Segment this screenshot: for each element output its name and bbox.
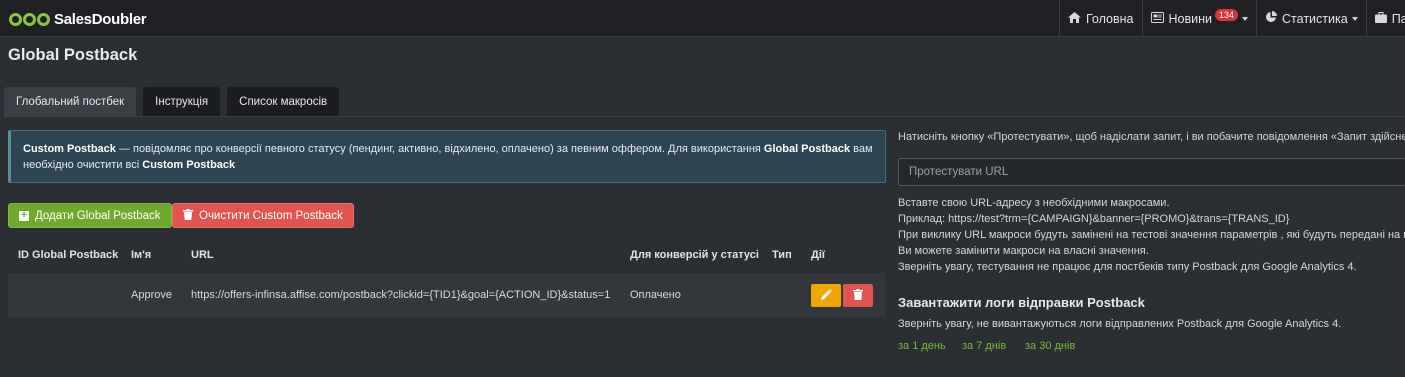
test-intro-text: Натисніть кнопку «Протестувати», щоб над… — [898, 131, 1405, 143]
nav-partners[interactable]: Партн — [1365, 0, 1405, 37]
trash-icon — [183, 208, 193, 223]
brand-logo[interactable]: SalesDoubler — [9, 9, 147, 29]
clear-button-label: Очистити Custom Postback — [199, 209, 343, 222]
test-url-input[interactable]: Протестувати URL — [898, 158, 1405, 186]
cell-status: Оплачено — [630, 289, 681, 301]
plus-square-icon: + — [19, 210, 29, 221]
chevron-down-icon — [1351, 16, 1358, 21]
trash-icon — [853, 288, 863, 303]
help-line-2: Приклад: https://test?trm={CAMPAIGN}&ban… — [898, 213, 1290, 225]
tab-instruction[interactable]: Інструкція — [143, 87, 221, 117]
logs-link-1-day[interactable]: за 1 день — [898, 340, 946, 352]
add-button-label: Додати Global Postback — [35, 209, 161, 222]
tab-bar: Глобальний постбек Інструкція Список мак… — [4, 87, 340, 117]
col-header-type: Тип — [772, 249, 792, 261]
top-navbar: SalesDoubler Головна Новини 134 Статисти… — [0, 0, 1405, 37]
info-bold-custom-postback: Custom Postback — [23, 143, 116, 155]
info-bold-custom-postback-2: Custom Postback — [142, 158, 236, 171]
help-line-3: При виклику URL макроси будуть замінені … — [898, 229, 1405, 241]
brand-name-part2: Doubler — [91, 10, 147, 28]
briefcase-icon — [1374, 11, 1387, 26]
col-header-id: ID Global Postback — [18, 249, 119, 261]
brand-name: SalesDoubler — [54, 10, 147, 28]
page-title: Global Postback — [8, 46, 138, 64]
logs-title: Завантажити логи відправки Postback — [898, 295, 1145, 310]
tab-macros-list[interactable]: Список макросів — [227, 87, 340, 117]
news-count-badge: 134 — [1215, 8, 1239, 21]
logo-icon — [9, 12, 50, 26]
help-line-1: Вставте свою URL-адресу з необхідними ма… — [898, 197, 1170, 209]
info-bold-global-postback: Global Postback — [763, 143, 851, 155]
col-header-url: URL — [191, 249, 214, 261]
edit-button[interactable] — [811, 284, 841, 307]
info-text-2: вам — [850, 143, 873, 155]
nav-stats[interactable]: Статистика — [1256, 0, 1366, 37]
col-header-actions: Дії — [811, 249, 825, 261]
nav-news[interactable]: Новини 134 — [1141, 0, 1257, 37]
help-line-4: Ви можете замінити макроси на власні зна… — [898, 245, 1149, 257]
brand-name-part1: Sales — [54, 10, 92, 28]
home-icon — [1068, 11, 1081, 26]
clear-custom-postback-button[interactable]: Очистити Custom Postback — [172, 203, 354, 228]
logs-note: Зверніть увагу, не вивантажуються логи в… — [898, 318, 1342, 330]
col-header-name: Ім'я — [131, 249, 152, 261]
nav-home-label: Головна — [1086, 11, 1134, 26]
tab-divider — [4, 116, 1405, 117]
cell-name: Approve — [131, 289, 172, 301]
nav-news-label: Новини — [1168, 11, 1213, 26]
chevron-down-icon — [1242, 16, 1249, 21]
test-url-placeholder: Протестувати URL — [909, 166, 1009, 178]
nav-home[interactable]: Головна — [1059, 0, 1142, 37]
pencil-icon — [820, 288, 832, 303]
cell-url: https://offers-infinsa.affise.com/postba… — [191, 289, 611, 301]
delete-button[interactable] — [843, 284, 873, 307]
info-text-1: — повідомляє про конверсії певного стату… — [115, 143, 764, 155]
nav-stats-label: Статистика — [1282, 11, 1348, 26]
nav-partners-label: Партн — [1391, 11, 1405, 26]
pie-chart-icon — [1265, 11, 1278, 26]
tab-global-postback[interactable]: Глобальний постбек — [4, 87, 137, 117]
info-alert: Custom Postback — повідомляє про конверс… — [8, 130, 886, 183]
info-text-3: необхідно очистити всі — [23, 158, 143, 171]
col-header-status: Для конверсій у статусі — [630, 249, 759, 261]
logs-link-30-days[interactable]: за 30 днів — [1025, 340, 1075, 352]
newspaper-icon — [1150, 11, 1164, 26]
help-line-5: Зверніть увагу, тестування не працює для… — [898, 261, 1357, 273]
add-global-postback-button[interactable]: + Додати Global Postback — [8, 203, 172, 228]
logs-link-7-days[interactable]: за 7 днів — [962, 340, 1006, 352]
